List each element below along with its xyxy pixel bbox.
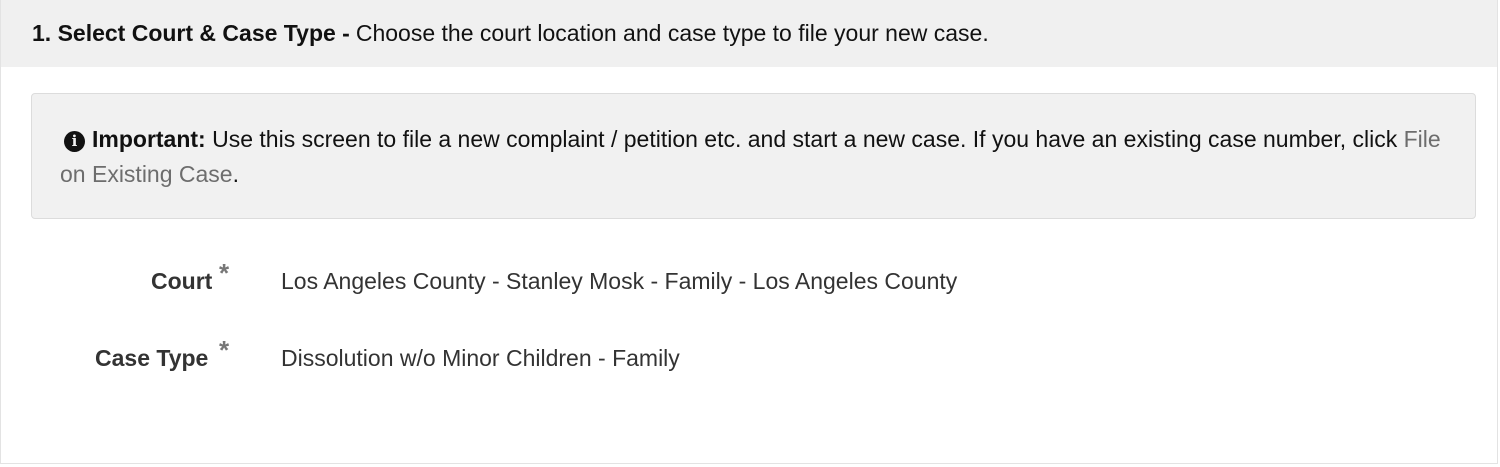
- notice-label: Important:: [92, 126, 206, 152]
- case-type-required-mark: *: [219, 335, 230, 365]
- step-title: 1. Select Court & Case Type -: [32, 20, 350, 46]
- court-field-row: Court * Los Angeles County - Stanley Mos…: [1, 258, 1401, 301]
- step-description: Choose the court location and case type …: [355, 20, 989, 46]
- court-value: Los Angeles County - Stanley Mosk - Fami…: [281, 268, 958, 294]
- select-court-panel: 1. Select Court & Case Type - Choose the…: [0, 0, 1498, 464]
- court-label: Court: [151, 268, 213, 294]
- important-notice: i Important: Use this screen to file a ne…: [31, 93, 1476, 219]
- case-type-field-row: Case Type * Dissolution w/o Minor Childr…: [1, 335, 1401, 378]
- panel-header: 1. Select Court & Case Type - Choose the…: [1, 0, 1497, 67]
- info-icon: i: [64, 131, 85, 152]
- case-type-label: Case Type: [95, 345, 209, 371]
- case-type-value: Dissolution w/o Minor Children - Family: [281, 345, 680, 371]
- notice-text: Use this screen to file a new complaint …: [212, 126, 1398, 152]
- notice-trailing: .: [232, 161, 239, 187]
- court-required-mark: *: [219, 258, 230, 288]
